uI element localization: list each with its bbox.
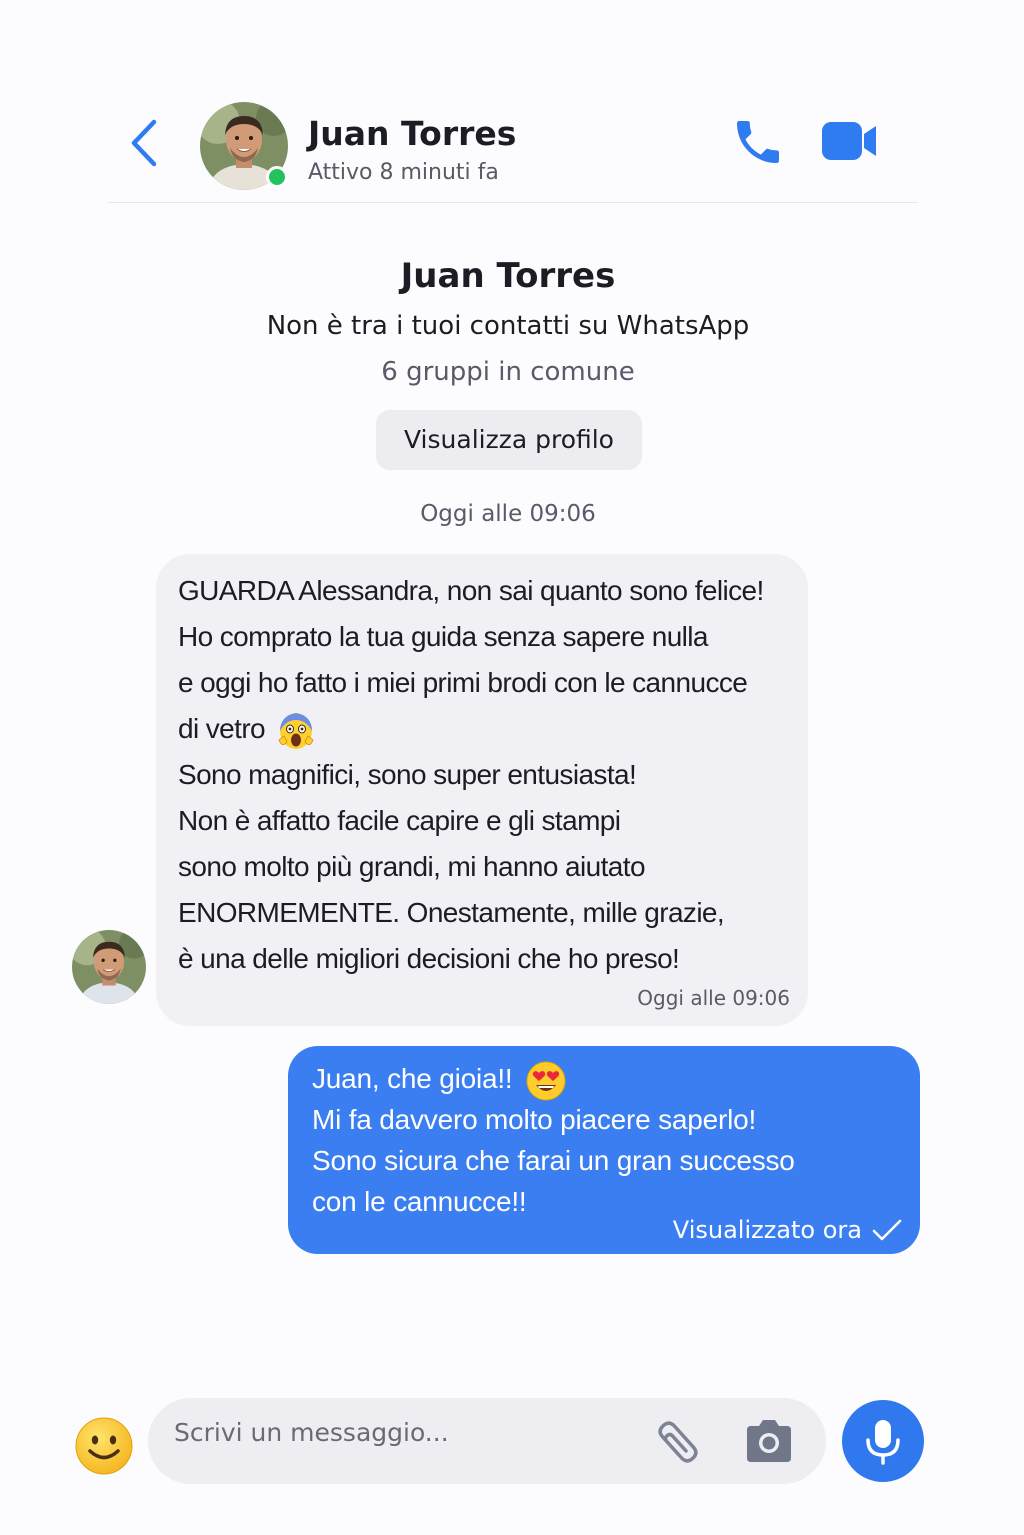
- paperclip-icon: [658, 1421, 698, 1463]
- incoming-message-text: GUARDA Alessandra, non sai quanto sono f…: [178, 568, 798, 982]
- message-line: GUARDA Alessandra, non sai quanto sono f…: [178, 575, 764, 606]
- contact-info-name: Juan Torres: [400, 256, 616, 296]
- message-line: è una delle migliori decisioni che ho pr…: [178, 943, 680, 974]
- not-in-contacts-note: Non è tra i tuoi contatti su WhatsApp: [266, 311, 750, 341]
- message-line: Non è affatto facile capire e gli stampi: [178, 805, 621, 836]
- camera-icon: [747, 1420, 791, 1462]
- checkmark-icon: [872, 1219, 902, 1241]
- message-line: Mi fa davvero molto piacere saperlo!: [312, 1104, 757, 1135]
- screaming-face-emoji: [278, 712, 314, 749]
- message-input[interactable]: [174, 1412, 624, 1452]
- microphone-icon: [866, 1420, 900, 1465]
- attach-button[interactable]: [648, 1414, 708, 1470]
- chevron-left-icon: [131, 119, 157, 167]
- common-groups-count: 6 gruppi in comune: [381, 357, 635, 387]
- message-timestamp: Oggi alle 09:06: [637, 986, 790, 1010]
- incoming-message-bubble[interactable]: GUARDA Alessandra, non sai quanto sono f…: [156, 554, 808, 1026]
- message-line-text: Juan, che gioia!!: [312, 1063, 513, 1094]
- back-button[interactable]: [126, 118, 162, 168]
- contact-avatar[interactable]: [200, 102, 288, 190]
- emoji-picker-button[interactable]: [74, 1416, 134, 1476]
- message-line: ENORMEMENTE. Onestamente, mille grazie,: [178, 897, 725, 928]
- message-line-text: di vetro: [178, 713, 266, 744]
- phone-icon: [737, 121, 779, 163]
- chat-header: Juan Torres Attivo 8 minuti fa: [108, 96, 918, 203]
- date-divider: Oggi alle 09:06: [420, 501, 596, 527]
- outgoing-message-text: Juan, che gioia!! Mi fa davvero molto pi…: [312, 1058, 912, 1222]
- message-line: sono molto più grandi, mi hanno aiutato: [178, 851, 646, 882]
- smiley-face-icon: [75, 1417, 133, 1475]
- message-line-with-emoji: di vetro: [178, 706, 798, 752]
- contact-info-card: Juan Torres Non è tra i tuoi contatti su…: [0, 250, 1016, 394]
- message-line: Sono magnifici, sono super entusiasta!: [178, 759, 637, 790]
- outgoing-message-bubble[interactable]: Juan, che gioia!! Mi fa davvero molto pi…: [288, 1046, 920, 1254]
- video-call-button[interactable]: [820, 116, 880, 166]
- read-receipt: Visualizzato ora: [673, 1214, 902, 1246]
- message-line-with-emoji: Juan, che gioia!!: [312, 1058, 912, 1101]
- camera-button[interactable]: [742, 1418, 796, 1466]
- sender-avatar[interactable]: [72, 930, 146, 1004]
- heart-eyes-emoji: [526, 1061, 566, 1101]
- voice-call-button[interactable]: [730, 114, 786, 170]
- contact-name: Juan Torres: [308, 114, 517, 153]
- message-line: Ho comprato la tua guida senza sapere nu…: [178, 621, 708, 652]
- voice-message-button[interactable]: [842, 1400, 924, 1482]
- video-camera-icon: [822, 122, 876, 160]
- message-line: Sono sicura che farai un gran successo: [312, 1145, 795, 1176]
- online-status-dot: [266, 166, 288, 188]
- last-seen-status: Attivo 8 minuti fa: [308, 160, 499, 185]
- message-line: e oggi ho fatto i miei primi brodi con l…: [178, 667, 748, 698]
- view-profile-button[interactable]: Visualizza profilo: [376, 410, 642, 470]
- message-composer: [148, 1398, 826, 1484]
- read-status-text: Visualizzato ora: [672, 1216, 862, 1244]
